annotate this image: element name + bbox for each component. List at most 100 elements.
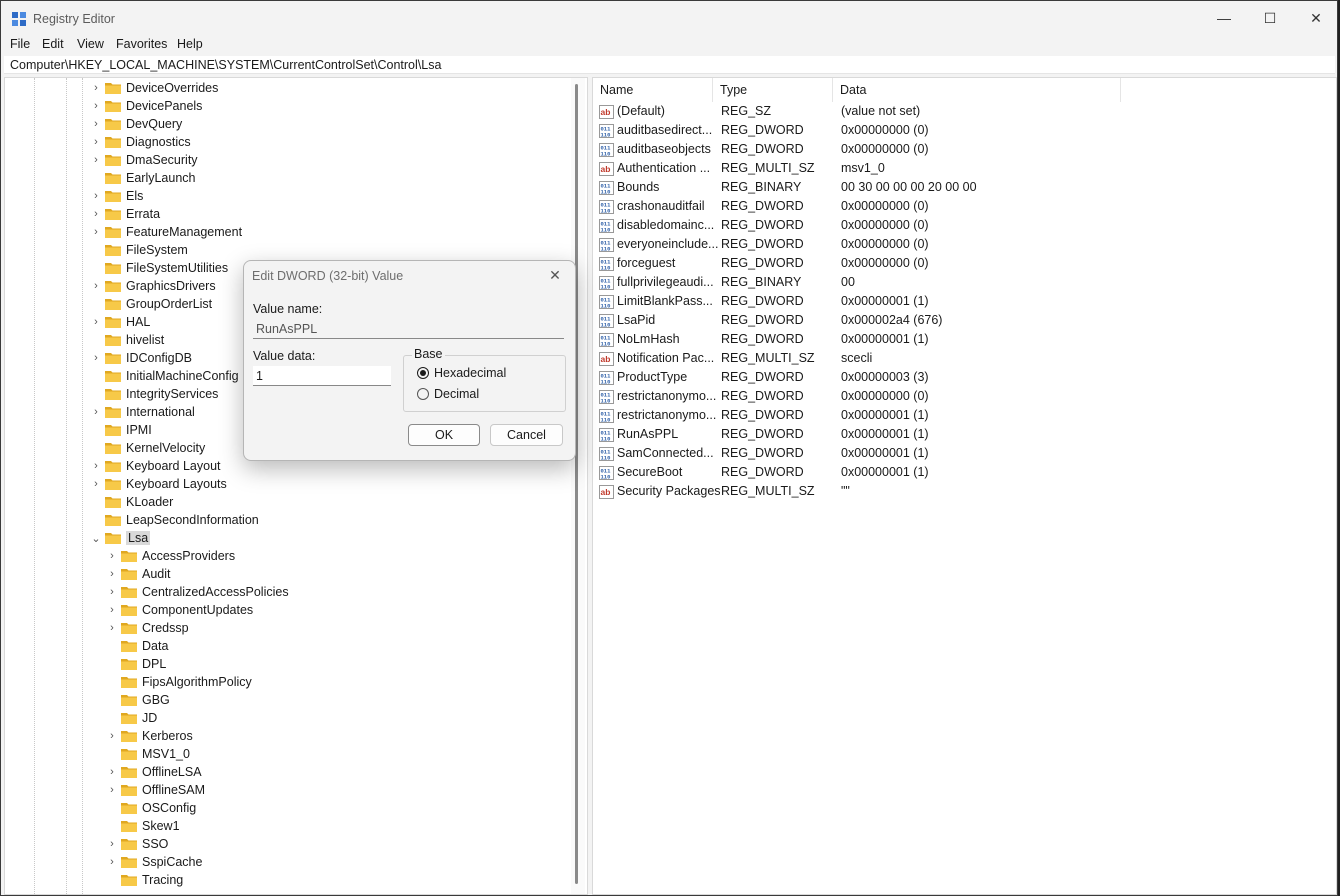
tree-item[interactable]: › AccessProviders bbox=[107, 547, 235, 565]
address-bar[interactable]: Computer\HKEY_LOCAL_MACHINE\SYSTEM\Curre… bbox=[4, 56, 1335, 74]
tree-item[interactable]: › Keyboard Layout bbox=[91, 457, 220, 475]
key-tree[interactable]: › DeviceOverrides › DevicePanels › DevQuery › D… bbox=[4, 77, 588, 895]
tree-item[interactable]: Tracing bbox=[107, 871, 183, 889]
value-row[interactable]: 011 110 auditbaseobjects REG_DWORD 0x0000000… bbox=[597, 140, 1327, 159]
tree-item[interactable]: › DeviceOverrides bbox=[91, 79, 218, 97]
expand-chevron-icon[interactable]: › bbox=[91, 115, 101, 133]
title-bar[interactable]: Registry Editor — ☐ ✕ bbox=[1, 1, 1337, 35]
tree-item[interactable]: › OfflineSAM bbox=[107, 781, 205, 799]
menu-help[interactable]: Help bbox=[177, 37, 203, 51]
tree-item[interactable]: FipsAlgorithmPolicy bbox=[107, 673, 252, 691]
minimize-button[interactable]: — bbox=[1201, 1, 1247, 35]
column-header-data[interactable]: Data bbox=[833, 78, 1121, 102]
tree-item[interactable]: JD bbox=[107, 709, 157, 727]
value-name-field[interactable] bbox=[253, 319, 564, 339]
tree-item[interactable]: EarlyLaunch bbox=[91, 169, 196, 187]
expand-chevron-icon[interactable]: › bbox=[91, 187, 101, 205]
close-button[interactable]: ✕ bbox=[1293, 1, 1337, 35]
expand-chevron-icon[interactable]: › bbox=[107, 601, 117, 619]
tree-item[interactable]: InitialMachineConfig bbox=[91, 367, 239, 385]
expand-chevron-icon[interactable]: › bbox=[91, 457, 101, 475]
value-row[interactable]: 011 110 fullprivilegeaudi... REG_BINARY 00 bbox=[597, 273, 1327, 292]
expand-chevron-icon[interactable]: › bbox=[107, 583, 117, 601]
tree-scrollbar[interactable] bbox=[571, 78, 585, 894]
value-row[interactable]: 011 110 LimitBlankPass... REG_DWORD 0x000000… bbox=[597, 292, 1327, 311]
expand-chevron-icon[interactable]: › bbox=[91, 205, 101, 223]
expand-chevron-icon[interactable]: › bbox=[107, 619, 117, 637]
dialog-close-icon[interactable]: ✕ bbox=[545, 267, 565, 284]
tree-item[interactable]: › DmaSecurity bbox=[91, 151, 197, 169]
value-row[interactable]: 011 110 LsaPid REG_DWORD 0x000002a4 (676) bbox=[597, 311, 1327, 330]
tree-item[interactable]: › Kerberos bbox=[107, 727, 193, 745]
expand-chevron-icon[interactable]: › bbox=[91, 475, 101, 493]
expand-chevron-icon[interactable]: › bbox=[107, 547, 117, 565]
menu-favorites[interactable]: Favorites bbox=[116, 37, 167, 51]
expand-chevron-icon[interactable]: › bbox=[91, 403, 101, 421]
value-row[interactable]: 011 110 NoLmHash REG_DWORD 0x00000001 (1) bbox=[597, 330, 1327, 349]
value-row[interactable]: 011 110 ProductType REG_DWORD 0x00000003 (3) bbox=[597, 368, 1327, 387]
tree-item[interactable]: › SspiCache bbox=[107, 853, 202, 871]
tree-item[interactable]: › DevicePanels bbox=[91, 97, 202, 115]
expand-chevron-icon[interactable]: › bbox=[107, 565, 117, 583]
expand-chevron-icon[interactable]: › bbox=[91, 97, 101, 115]
value-row[interactable]: 011 110 forceguest REG_DWORD 0x00000000 (0) bbox=[597, 254, 1327, 273]
value-row[interactable]: 011 110 auditbasedirect... REG_DWORD 0x00000… bbox=[597, 121, 1327, 140]
value-row[interactable]: ab Authentication ... REG_MULTI_SZ msv1_0 bbox=[597, 159, 1327, 178]
value-row[interactable]: 011 110 restrictanonymo... REG_DWORD 0x00000… bbox=[597, 406, 1327, 425]
tree-item[interactable]: › FeatureManagement bbox=[91, 223, 242, 241]
tree-item[interactable]: › IDConfigDB bbox=[91, 349, 192, 367]
tree-item[interactable]: GBG bbox=[107, 691, 170, 709]
value-row[interactable]: 011 110 Bounds REG_BINARY 00 30 00 00 00 20 … bbox=[597, 178, 1327, 197]
tree-item[interactable]: FileSystemUtilities bbox=[91, 259, 228, 277]
tree-item[interactable]: › Diagnostics bbox=[91, 133, 190, 151]
tree-item[interactable]: LeapSecondInformation bbox=[91, 511, 259, 529]
tree-item[interactable]: › Keyboard Layouts bbox=[91, 475, 227, 493]
tree-item[interactable]: hivelist bbox=[91, 331, 164, 349]
value-row[interactable]: 011 110 everyoneinclude... REG_DWORD 0x00000… bbox=[597, 235, 1327, 254]
expand-chevron-icon[interactable]: › bbox=[91, 349, 101, 367]
expand-chevron-icon[interactable]: › bbox=[107, 763, 117, 781]
expand-chevron-icon[interactable]: › bbox=[91, 133, 101, 151]
expand-chevron-icon[interactable]: › bbox=[107, 853, 117, 871]
tree-item[interactable]: GroupOrderList bbox=[91, 295, 212, 313]
value-data-field[interactable] bbox=[253, 366, 391, 386]
tree-item[interactable]: Data bbox=[107, 637, 168, 655]
value-row[interactable]: ab Security Packages REG_MULTI_SZ "" bbox=[597, 482, 1327, 501]
tree-scrollbar-thumb[interactable] bbox=[575, 84, 578, 884]
tree-item[interactable]: › HAL bbox=[91, 313, 150, 331]
tree-item[interactable]: DPL bbox=[107, 655, 166, 673]
expand-chevron-icon[interactable]: › bbox=[91, 151, 101, 169]
menu-view[interactable]: View bbox=[77, 37, 104, 51]
tree-item[interactable]: Skew1 bbox=[107, 817, 180, 835]
tree-item[interactable]: MSV1_0 bbox=[107, 745, 190, 763]
values-list[interactable]: Name Type Data ab (Default) REG_SZ (value n… bbox=[592, 77, 1337, 895]
tree-item[interactable]: › International bbox=[91, 403, 195, 421]
tree-item[interactable]: › GraphicsDrivers bbox=[91, 277, 215, 295]
tree-item[interactable]: KernelVelocity bbox=[91, 439, 205, 457]
collapse-chevron-icon[interactable]: ⌄ bbox=[91, 529, 101, 547]
value-row[interactable]: 011 110 restrictanonymo... REG_DWORD 0x00000… bbox=[597, 387, 1327, 406]
tree-item[interactable]: › SSO bbox=[107, 835, 168, 853]
value-row[interactable]: ab (Default) REG_SZ (value not set) bbox=[597, 102, 1327, 121]
value-row[interactable]: 011 110 crashonauditfail REG_DWORD 0x0000000… bbox=[597, 197, 1327, 216]
expand-chevron-icon[interactable]: › bbox=[91, 223, 101, 241]
tree-item[interactable]: ⌄ Lsa bbox=[91, 529, 151, 547]
expand-chevron-icon[interactable]: › bbox=[107, 727, 117, 745]
tree-item[interactable]: IntegrityServices bbox=[91, 385, 218, 403]
tree-item[interactable]: › Credssp bbox=[107, 619, 188, 637]
tree-item[interactable]: › DevQuery bbox=[91, 115, 182, 133]
column-header-type[interactable]: Type bbox=[713, 78, 833, 102]
value-row[interactable]: 011 110 SecureBoot REG_DWORD 0x00000001 (1) bbox=[597, 463, 1327, 482]
tree-item[interactable]: › ComponentUpdates bbox=[107, 601, 253, 619]
value-row[interactable]: ab Notification Pac... REG_MULTI_SZ scecli bbox=[597, 349, 1327, 368]
expand-chevron-icon[interactable]: › bbox=[91, 277, 101, 295]
tree-item[interactable]: IPMI bbox=[91, 421, 152, 439]
menu-edit[interactable]: Edit bbox=[42, 37, 64, 51]
tree-item[interactable]: › Errata bbox=[91, 205, 160, 223]
expand-chevron-icon[interactable]: › bbox=[107, 835, 117, 853]
tree-item[interactable]: OSConfig bbox=[107, 799, 196, 817]
cancel-button[interactable]: Cancel bbox=[490, 424, 563, 446]
radio-hexadecimal[interactable]: Hexadecimal bbox=[417, 366, 506, 380]
expand-chevron-icon[interactable]: › bbox=[91, 79, 101, 97]
value-row[interactable]: 011 110 disabledomainc... REG_DWORD 0x000000… bbox=[597, 216, 1327, 235]
